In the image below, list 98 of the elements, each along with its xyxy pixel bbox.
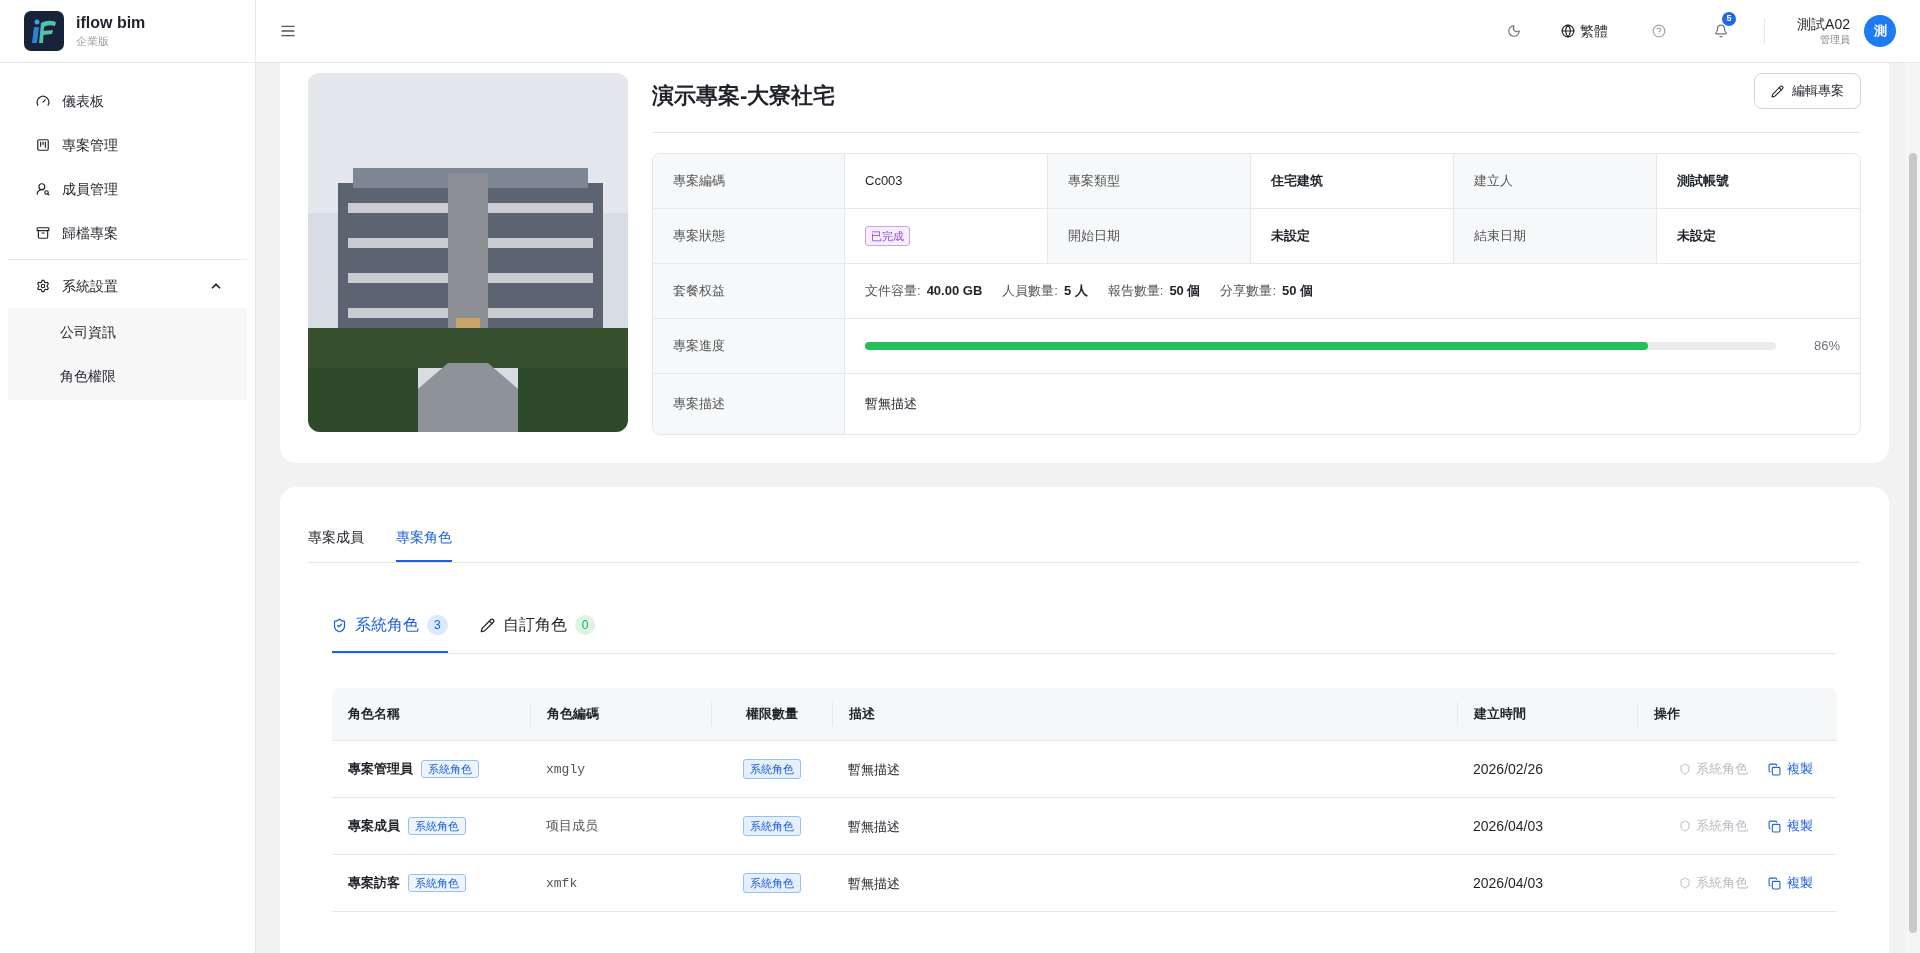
count-badge: 0 xyxy=(574,615,596,635)
shield-icon xyxy=(1679,763,1691,775)
quota-value: 5 人 xyxy=(1063,282,1088,301)
column-header: 角色編碼 xyxy=(547,705,599,724)
system-role-label: 系統角色 xyxy=(1679,759,1748,779)
archive-icon xyxy=(36,226,50,240)
copy-icon xyxy=(1768,876,1781,890)
role-tag: 系統角色 xyxy=(421,759,479,779)
sidebar-subitem[interactable]: 公司資訊 xyxy=(8,310,247,354)
scrollbar-thumb[interactable] xyxy=(1908,153,1917,933)
language-button[interactable]: 繁體 xyxy=(1561,20,1609,42)
logo-icon xyxy=(24,11,64,51)
info-value: 未設定 xyxy=(1677,227,1716,246)
gauge-icon xyxy=(36,94,50,108)
quota-value: 40.00 GB xyxy=(926,282,983,301)
count-badge: 3 xyxy=(427,615,448,635)
pencil-icon xyxy=(1771,84,1784,98)
created-date: 2026/04/03 xyxy=(1473,874,1544,891)
role-tab[interactable]: 系統角色 3 xyxy=(332,613,448,653)
role-code: xmfk xyxy=(546,876,578,892)
info-label: 專案描述 xyxy=(653,374,845,434)
sidebar-item[interactable]: 專案管理 xyxy=(8,123,247,167)
shield-icon xyxy=(1679,877,1691,889)
sidebar-subitem[interactable]: 角色權限 xyxy=(8,354,247,398)
column-header: 權限數量 xyxy=(746,705,798,724)
kanban-icon xyxy=(36,138,50,152)
notification-badge: 5 xyxy=(1722,12,1737,26)
quota-label: 人員數量: xyxy=(1002,282,1058,301)
copy-button[interactable]: 複製 xyxy=(1768,816,1813,836)
system-role-label: 系統角色 xyxy=(1679,873,1748,893)
globe-icon xyxy=(1561,24,1576,38)
column-header: 角色名稱 xyxy=(348,705,400,724)
info-label: 開始日期 xyxy=(1048,209,1251,263)
shield-icon xyxy=(332,617,347,633)
info-label: 專案進度 xyxy=(653,319,845,373)
shield-icon xyxy=(1679,820,1691,832)
role-code: xmgly xyxy=(546,762,585,778)
moon-icon[interactable] xyxy=(1507,24,1522,38)
help-icon[interactable] xyxy=(1652,24,1667,38)
role-name: 專案管理員 xyxy=(348,760,413,779)
info-label: 結束日期 xyxy=(1454,209,1657,263)
info-value: 未設定 xyxy=(1271,227,1310,246)
bell-icon[interactable] xyxy=(1714,24,1729,38)
info-label: 專案類型 xyxy=(1048,154,1251,208)
role-tag: 系統角色 xyxy=(408,816,466,836)
user-role: 管理員 xyxy=(1820,32,1850,47)
role-description: 暫無描述 xyxy=(848,818,900,834)
info-value: 測試帳號 xyxy=(1677,172,1729,191)
permission-tag: 系統角色 xyxy=(742,758,801,780)
sidebar-group[interactable]: 系統設置 xyxy=(8,264,247,308)
role-description: 暫無描述 xyxy=(848,875,900,891)
user-name: 測試A02 xyxy=(1797,15,1850,32)
menu-icon[interactable] xyxy=(280,23,296,39)
role-description: 暫無描述 xyxy=(848,761,900,777)
system-role-label: 系統角色 xyxy=(1679,816,1748,836)
quota-value: 50 個 xyxy=(1169,282,1201,301)
role-code: 项目成员 xyxy=(546,819,598,835)
sidebar-item[interactable]: 成員管理 xyxy=(8,167,247,211)
permission-tag: 系統角色 xyxy=(742,872,801,894)
role-tag: 系統角色 xyxy=(408,873,466,893)
quota-value: 50 個 xyxy=(1282,282,1314,301)
permission-tag: 系統角色 xyxy=(742,815,801,837)
user-avatar[interactable]: 測 xyxy=(1864,15,1896,47)
column-header: 描述 xyxy=(849,705,875,724)
tab[interactable]: 專案成員 xyxy=(308,527,364,562)
role-name: 專案成員 xyxy=(348,817,400,836)
info-value: 暫無描述 xyxy=(865,395,917,414)
pencil-icon xyxy=(479,617,495,633)
project-title: 演示專案-大寮社宅 xyxy=(652,82,836,110)
info-label: 套餐权益 xyxy=(653,264,845,318)
column-header: 建立時間 xyxy=(1474,705,1526,724)
quota-label: 文件容量: xyxy=(865,282,921,301)
status-badge: 已完成 xyxy=(865,225,910,247)
sidebar-item[interactable]: 歸檔專案 xyxy=(8,211,247,255)
column-header: 操作 xyxy=(1654,705,1680,724)
copy-icon xyxy=(1768,762,1781,776)
tab[interactable]: 專案角色 xyxy=(396,527,452,562)
brand-name: iflow bim xyxy=(76,12,146,33)
info-label: 建立人 xyxy=(1454,154,1657,208)
info-value: Cc003 xyxy=(865,172,903,191)
sidebar-item[interactable]: 儀表板 xyxy=(8,79,247,123)
quota-label: 分享數量: xyxy=(1220,282,1277,301)
info-label: 專案狀態 xyxy=(653,209,845,263)
role-name: 專案訪客 xyxy=(348,874,400,893)
info-value: 住宅建筑 xyxy=(1271,172,1323,191)
edit-project-button[interactable]: 編輯專案 xyxy=(1754,73,1861,109)
progress-reading: 86% xyxy=(1812,337,1840,356)
settings-icon xyxy=(36,279,50,293)
copy-button[interactable]: 複製 xyxy=(1768,759,1813,779)
users-icon xyxy=(36,182,50,196)
role-tab[interactable]: 自訂角色 0 xyxy=(479,613,596,653)
copy-icon xyxy=(1768,819,1781,833)
quota-label: 報告數量: xyxy=(1107,282,1164,301)
created-date: 2026/02/26 xyxy=(1473,760,1544,777)
created-date: 2026/04/03 xyxy=(1473,817,1544,834)
brand-edition: 企業版 xyxy=(76,33,110,49)
copy-button[interactable]: 複製 xyxy=(1768,873,1813,893)
info-label: 專案編碼 xyxy=(653,154,845,208)
